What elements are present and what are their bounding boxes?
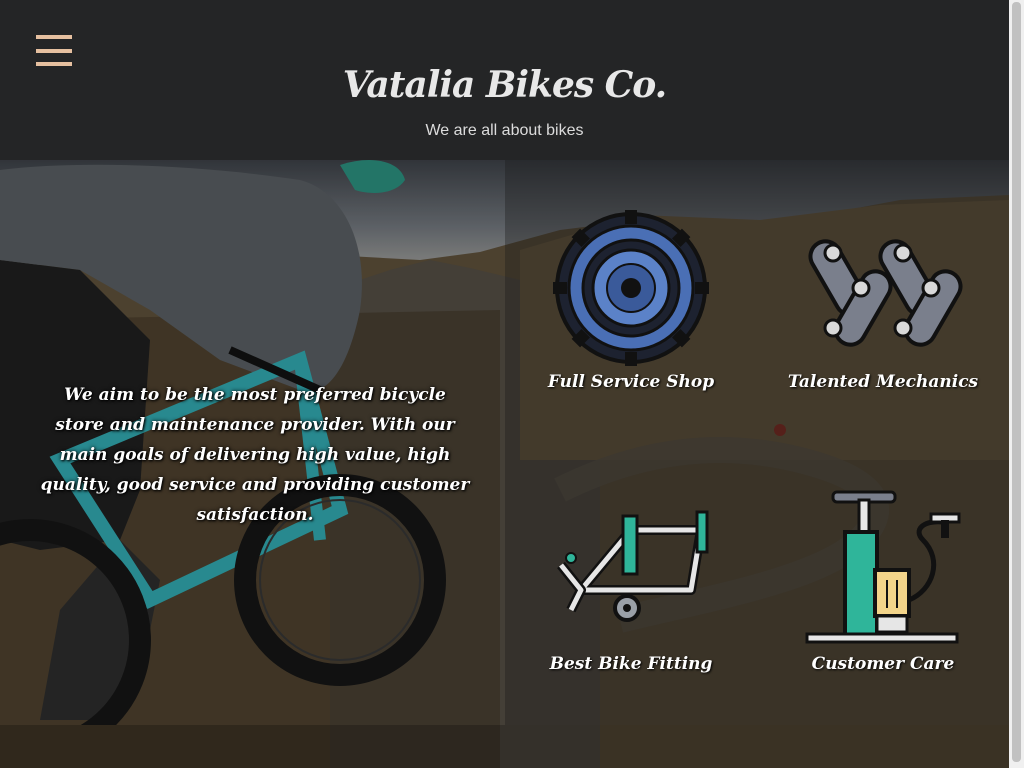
service-label: Full Service Shop (547, 372, 715, 392)
services-panel: Full Service Shop Talented Mechanics Bes… (505, 160, 1009, 725)
site-tagline: We are all about bikes (425, 122, 584, 139)
service-customer-care[interactable]: Customer Care (783, 490, 983, 674)
site-title: Vatalia Bikes Co. (342, 64, 667, 106)
service-label: Customer Care (811, 654, 955, 674)
hamburger-menu-icon[interactable] (36, 35, 72, 67)
service-talented-mechanics[interactable]: Talented Mechanics (783, 208, 983, 392)
bike-frame-icon (557, 510, 709, 622)
bike-pump-icon (805, 490, 961, 644)
mission-panel: We aim to be the most preferred bicycle … (0, 160, 505, 725)
site-header: Vatalia Bikes Co. We are all about bikes (0, 0, 1009, 160)
service-best-bike-fitting[interactable]: Best Bike Fitting (531, 490, 731, 674)
gear-cassette-icon (553, 210, 709, 366)
hero-bottom-strip (0, 725, 1009, 768)
bike-chain-icon (808, 239, 963, 347)
service-label: Talented Mechanics (787, 372, 979, 392)
service-label: Best Bike Fitting (549, 654, 713, 674)
scrollbar-thumb[interactable] (1012, 2, 1021, 762)
mission-statement: We aim to be the most preferred bicycle … (40, 385, 470, 525)
service-full-service-shop[interactable]: Full Service Shop (531, 208, 731, 392)
hero-section: We aim to be the most preferred bicycle … (0, 160, 1009, 768)
page-scrollbar[interactable] (1009, 0, 1024, 768)
